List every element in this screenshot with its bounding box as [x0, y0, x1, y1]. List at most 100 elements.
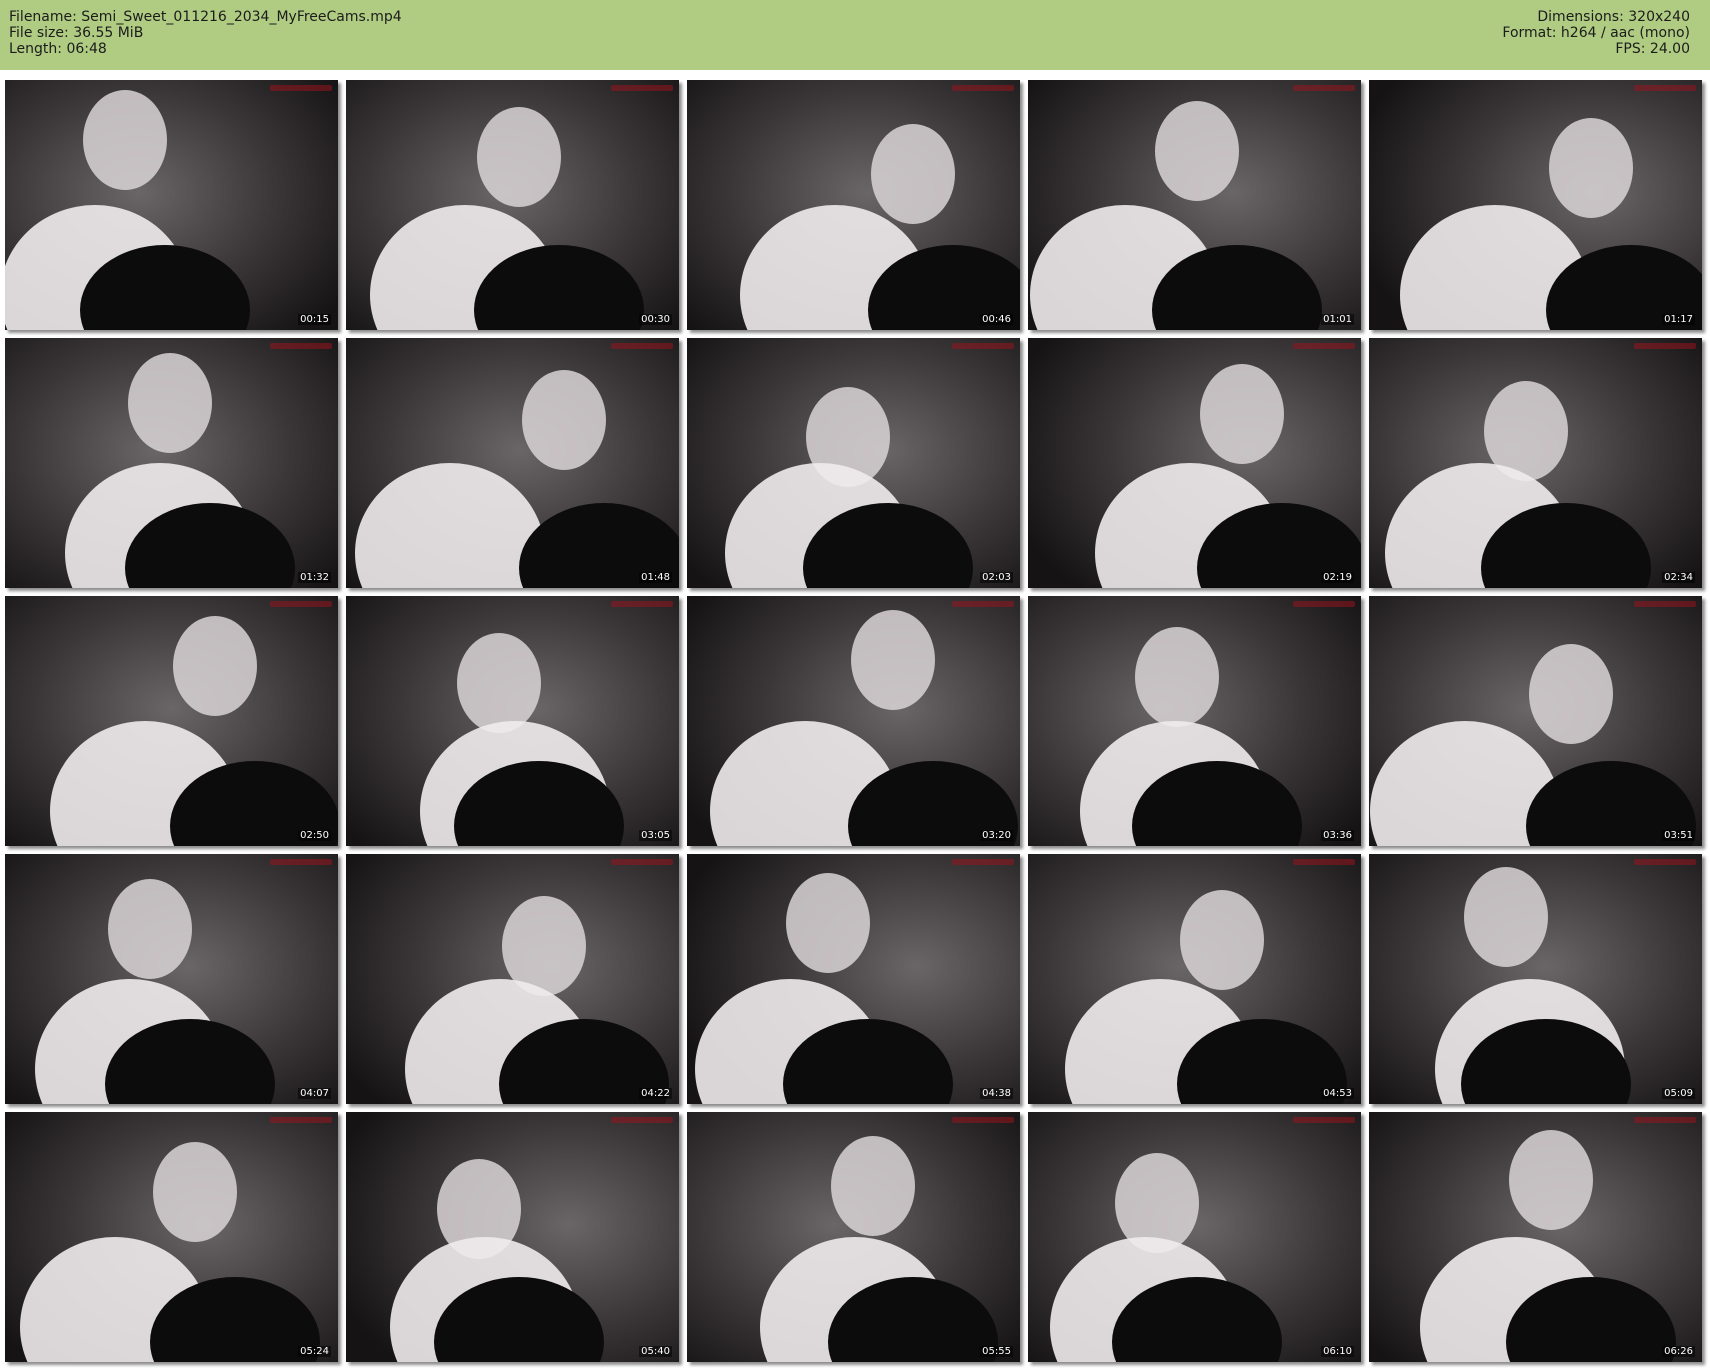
watermark-logo [611, 859, 673, 865]
watermark-logo [952, 1117, 1014, 1123]
thumbnail-frame-image [1028, 80, 1361, 330]
thumbnail-frame-image [1028, 1112, 1361, 1362]
thumbnail-timestamp: 01:32 [298, 572, 331, 583]
watermark-logo [1634, 859, 1696, 865]
watermark-logo [1293, 859, 1355, 865]
thumbnail-frame-image [687, 596, 1020, 846]
video-thumbnail[interactable]: 01:48 [346, 338, 679, 588]
thumbnail-timestamp: 00:15 [298, 314, 331, 325]
thumbnail-timestamp: 01:01 [1321, 314, 1354, 325]
thumbnail-frame-image [5, 1112, 338, 1362]
watermark-logo [270, 859, 332, 865]
watermark-logo [952, 85, 1014, 91]
thumbnail-frame-image [687, 854, 1020, 1104]
video-thumbnail[interactable]: 03:36 [1028, 596, 1361, 846]
thumbnail-frame-image [5, 338, 338, 588]
video-thumbnail[interactable]: 01:32 [5, 338, 338, 588]
thumbnail-timestamp: 02:19 [1321, 572, 1354, 583]
video-thumbnail[interactable]: 03:05 [346, 596, 679, 846]
watermark-logo [1634, 343, 1696, 349]
watermark-logo [270, 601, 332, 607]
filename-text: Filename: Semi_Sweet_011216_2034_MyFreeC… [9, 9, 402, 25]
watermark-logo [952, 601, 1014, 607]
watermark-logo [1293, 1117, 1355, 1123]
video-thumbnail[interactable]: 06:10 [1028, 1112, 1361, 1362]
watermark-logo [1293, 601, 1355, 607]
thumbnail-frame-image [1028, 596, 1361, 846]
video-thumbnail[interactable]: 03:20 [687, 596, 1020, 846]
fps-text: FPS: 24.00 [1615, 41, 1690, 57]
thumbnail-timestamp: 06:26 [1662, 1346, 1695, 1357]
thumbnail-timestamp: 06:10 [1321, 1346, 1354, 1357]
info-header: Filename: Semi_Sweet_011216_2034_MyFreeC… [0, 0, 1710, 70]
video-thumbnail[interactable]: 02:03 [687, 338, 1020, 588]
thumbnail-timestamp: 05:55 [980, 1346, 1013, 1357]
thumbnail-timestamp: 00:30 [639, 314, 672, 325]
watermark-logo [611, 601, 673, 607]
file-size-text: File size: 36.55 MiB [9, 25, 144, 41]
thumbnail-frame-image [5, 80, 338, 330]
video-thumbnail[interactable]: 02:50 [5, 596, 338, 846]
video-thumbnail[interactable]: 04:22 [346, 854, 679, 1104]
thumbnail-grid: 00:15 00:30 00:46 01:01 01:17 01:32 01:48 02:03… [5, 80, 1705, 1366]
thumbnail-timestamp: 04:38 [980, 1088, 1013, 1099]
dimensions-text: Dimensions: 320x240 [1537, 9, 1690, 25]
video-thumbnail[interactable]: 05:09 [1369, 854, 1702, 1104]
thumbnail-timestamp: 03:36 [1321, 830, 1354, 841]
video-thumbnail[interactable]: 04:07 [5, 854, 338, 1104]
thumbnail-timestamp: 04:53 [1321, 1088, 1354, 1099]
video-thumbnail[interactable]: 05:24 [5, 1112, 338, 1362]
video-thumbnail[interactable]: 00:30 [346, 80, 679, 330]
thumbnail-frame-image [687, 338, 1020, 588]
watermark-logo [1634, 601, 1696, 607]
thumbnail-frame-image [1369, 854, 1702, 1104]
thumbnail-timestamp: 01:17 [1662, 314, 1695, 325]
video-thumbnail[interactable]: 00:15 [5, 80, 338, 330]
thumbnail-timestamp: 03:20 [980, 830, 1013, 841]
thumbnail-timestamp: 03:05 [639, 830, 672, 841]
watermark-logo [952, 343, 1014, 349]
video-thumbnail[interactable]: 00:46 [687, 80, 1020, 330]
thumbnail-frame-image [1369, 338, 1702, 588]
thumbnail-frame-image [1369, 80, 1702, 330]
watermark-logo [611, 1117, 673, 1123]
thumbnail-frame-image [346, 1112, 679, 1362]
thumbnail-frame-image [346, 596, 679, 846]
video-thumbnail[interactable]: 05:55 [687, 1112, 1020, 1362]
thumbnail-frame-image [687, 1112, 1020, 1362]
thumbnail-timestamp: 05:24 [298, 1346, 331, 1357]
watermark-logo [952, 859, 1014, 865]
format-text: Format: h264 / aac (mono) [1502, 25, 1690, 41]
thumbnail-timestamp: 01:48 [639, 572, 672, 583]
watermark-logo [270, 343, 332, 349]
thumbnail-frame-image [346, 80, 679, 330]
thumbnail-timestamp: 05:09 [1662, 1088, 1695, 1099]
video-thumbnail[interactable]: 01:01 [1028, 80, 1361, 330]
video-thumbnail[interactable]: 02:34 [1369, 338, 1702, 588]
watermark-logo [270, 85, 332, 91]
video-thumbnail[interactable]: 05:40 [346, 1112, 679, 1362]
thumbnail-timestamp: 05:40 [639, 1346, 672, 1357]
thumbnail-frame-image [687, 80, 1020, 330]
video-thumbnail[interactable]: 03:51 [1369, 596, 1702, 846]
video-thumbnail[interactable]: 06:26 [1369, 1112, 1702, 1362]
thumbnail-timestamp: 00:46 [980, 314, 1013, 325]
file-info-left: Filename: Semi_Sweet_011216_2034_MyFreeC… [9, 9, 402, 57]
watermark-logo [611, 343, 673, 349]
video-thumbnail[interactable]: 01:17 [1369, 80, 1702, 330]
thumbnail-timestamp: 04:07 [298, 1088, 331, 1099]
thumbnail-frame-image [1028, 338, 1361, 588]
length-text: Length: 06:48 [9, 41, 107, 57]
thumbnail-timestamp: 03:51 [1662, 830, 1695, 841]
thumbnail-frame-image [5, 854, 338, 1104]
watermark-logo [1293, 85, 1355, 91]
watermark-logo [1634, 85, 1696, 91]
thumbnail-frame-image [5, 596, 338, 846]
video-thumbnail[interactable]: 02:19 [1028, 338, 1361, 588]
thumbnail-frame-image [1369, 596, 1702, 846]
thumbnail-timestamp: 04:22 [639, 1088, 672, 1099]
thumbnail-frame-image [346, 854, 679, 1104]
watermark-logo [1293, 343, 1355, 349]
video-thumbnail[interactable]: 04:38 [687, 854, 1020, 1104]
video-thumbnail[interactable]: 04:53 [1028, 854, 1361, 1104]
